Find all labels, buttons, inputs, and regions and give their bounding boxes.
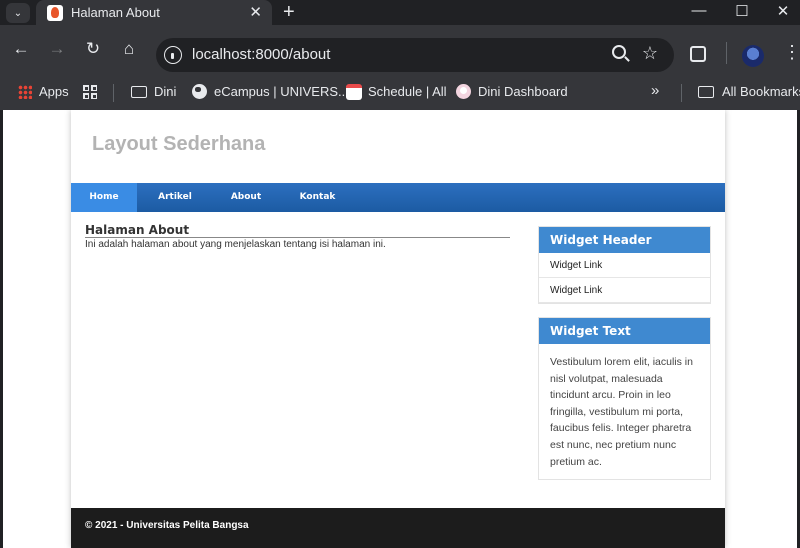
widget-links: Widget Header Widget Link Widget Link xyxy=(538,226,711,304)
browser-tab[interactable]: Halaman About ✕ xyxy=(36,0,272,25)
tab-title: Halaman About xyxy=(71,5,160,20)
url-text[interactable]: localhost:8000/about xyxy=(192,46,330,63)
site-title: Layout Sederhana xyxy=(92,133,266,155)
nav-home[interactable]: Home xyxy=(71,183,137,212)
browser-toolbar: ← → ↻ ⌂ localhost:8000/about ☆ ⋮ xyxy=(0,25,800,75)
article-text: Ini adalah halaman about yang menjelaska… xyxy=(85,239,386,250)
new-tab-plus-icon[interactable]: + xyxy=(283,1,295,24)
toolbar-divider xyxy=(726,42,727,64)
page-container: Layout Sederhana Home Artikel About Kont… xyxy=(71,110,725,548)
all-bookmarks-folder-icon xyxy=(698,86,714,98)
profile-avatar[interactable] xyxy=(742,45,764,67)
bookmarks-bar: Apps Dini eCampus | UNIVERS... Schedule … xyxy=(0,75,800,110)
bookmarks-divider xyxy=(113,84,114,102)
home-icon[interactable]: ⌂ xyxy=(118,39,140,59)
window-close-icon[interactable]: ✕ xyxy=(760,2,800,24)
forward-arrow-icon[interactable]: → xyxy=(46,39,68,59)
back-arrow-icon[interactable]: ← xyxy=(10,39,32,59)
bookmark-dini[interactable]: Dini xyxy=(154,84,176,99)
widget-link[interactable]: Widget Link xyxy=(539,278,710,303)
globe-icon xyxy=(192,84,207,99)
footer-text: © 2021 - Universitas Pelita Bangsa xyxy=(85,520,249,531)
widget-text: Widget Text Vestibulum lorem elit, iacul… xyxy=(538,317,711,481)
widget-text-body: Vestibulum lorem elit, iaculis in nisl v… xyxy=(550,356,693,468)
extensions-icon[interactable] xyxy=(690,46,706,62)
tab-favicon-icon xyxy=(47,5,63,21)
site-footer: © 2021 - Universitas Pelita Bangsa xyxy=(71,508,725,548)
maximize-icon[interactable]: ☐ xyxy=(719,2,765,24)
tab-close-icon[interactable]: ✕ xyxy=(249,3,262,21)
apps-grid-icon[interactable] xyxy=(18,85,32,99)
widget-header: Widget Header xyxy=(539,227,710,253)
tab-search-chevron-icon[interactable]: ⌄ xyxy=(6,3,30,23)
all-bookmarks[interactable]: All Bookmarks xyxy=(722,84,800,99)
nav-kontak[interactable]: Kontak xyxy=(279,183,356,212)
bookmark-apps[interactable]: Apps xyxy=(39,84,69,99)
widget-text-header: Widget Text xyxy=(539,318,710,344)
page-viewport: Layout Sederhana Home Artikel About Kont… xyxy=(0,110,800,548)
more-bookmarks-chevron-icon[interactable]: » xyxy=(651,82,659,99)
article-title: Halaman About xyxy=(85,223,510,238)
widget-link[interactable]: Widget Link xyxy=(539,253,710,278)
site-header: Layout Sederhana xyxy=(71,110,725,183)
bookmark-schedule[interactable]: Schedule | All xyxy=(368,84,447,99)
main-nav: Home Artikel About Kontak xyxy=(71,183,725,212)
dini-icon xyxy=(456,84,471,99)
bookmark-star-icon[interactable]: ☆ xyxy=(642,43,658,64)
zoom-icon[interactable] xyxy=(612,45,626,59)
nav-about[interactable]: About xyxy=(213,183,279,212)
bookmark-dini-dashboard[interactable]: Dini Dashboard xyxy=(478,84,568,99)
address-bar[interactable]: localhost:8000/about ☆ xyxy=(156,38,674,72)
tab-groups-icon[interactable] xyxy=(83,85,97,99)
bookmarks-divider xyxy=(681,84,682,102)
tab-strip: ⌄ Halaman About ✕ + — ☐ ✕ xyxy=(0,0,800,25)
folder-icon xyxy=(131,86,147,98)
calendar-icon xyxy=(346,84,362,100)
site-info-icon[interactable] xyxy=(164,46,182,64)
reload-icon[interactable]: ↻ xyxy=(82,39,104,59)
bookmark-ecampus[interactable]: eCampus | UNIVERS... xyxy=(214,84,349,99)
minimize-icon[interactable]: — xyxy=(676,2,722,24)
nav-artikel[interactable]: Artikel xyxy=(137,183,213,212)
kebab-menu-icon[interactable]: ⋮ xyxy=(783,42,800,63)
